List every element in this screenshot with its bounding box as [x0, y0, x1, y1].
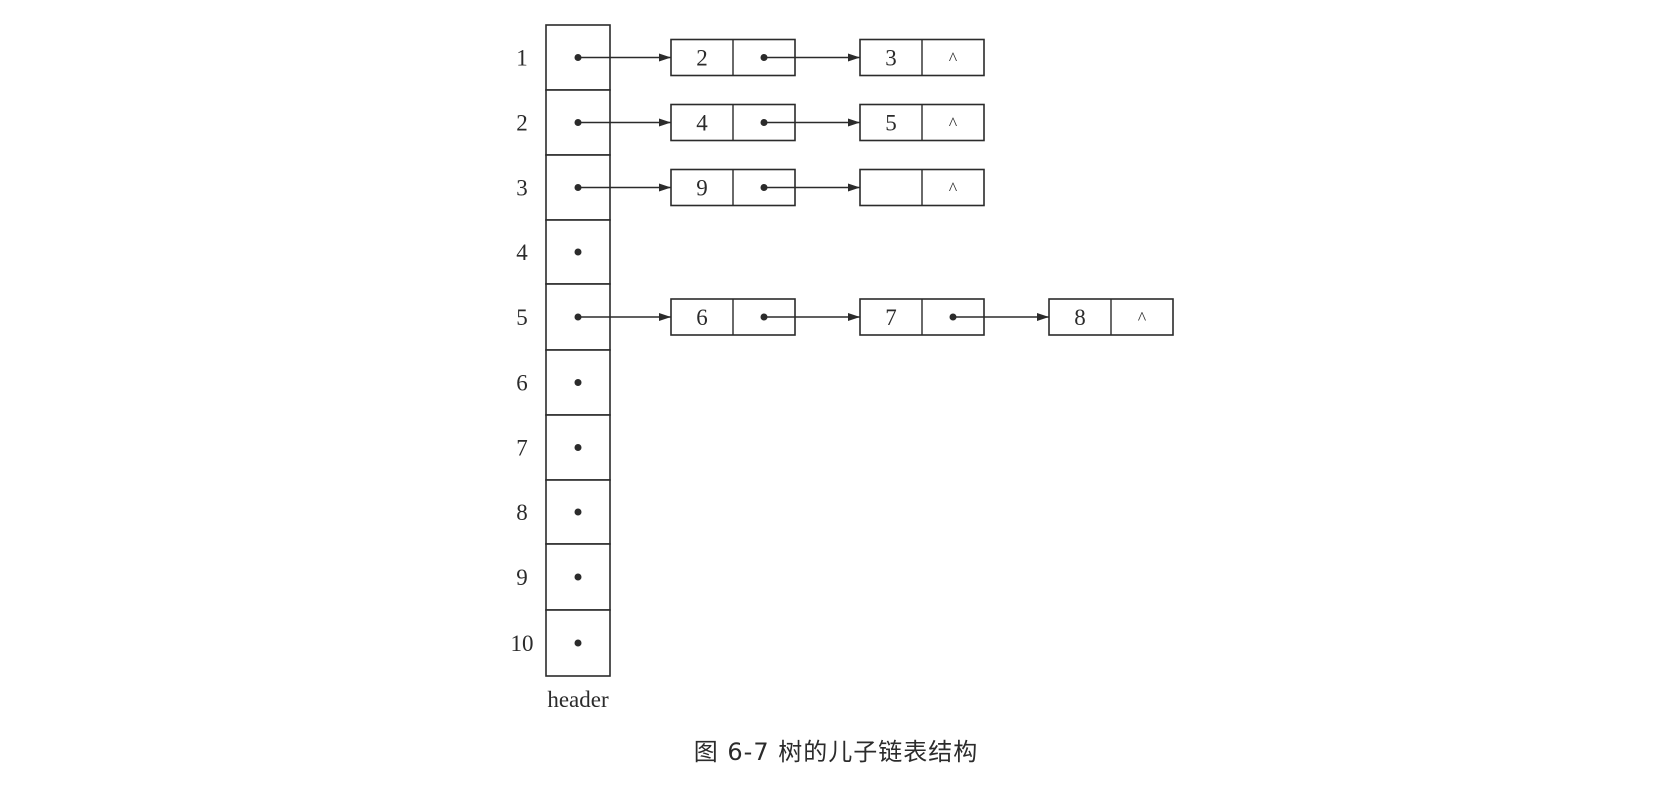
- child-list-diagram: 1 2 3 4 5 6 7 8 9 10 2 3 ^ 4 5 ^ 9 ^ 6 7 8 ^ header: [511, 24, 1174, 712]
- figure-caption: 图 6-7 树的儿子链表结构: [693, 738, 979, 766]
- pointer-dot: [574, 508, 582, 516]
- node-value: 3: [885, 46, 897, 71]
- header-index: 8: [516, 500, 528, 525]
- node-value: 4: [696, 111, 708, 136]
- null-pointer: ^: [1138, 308, 1147, 328]
- header-index: 1: [516, 46, 528, 71]
- header-index: 5: [516, 305, 528, 330]
- header-index: 10: [511, 631, 534, 656]
- child-lists: 2 3 ^ 4 5 ^ 9 ^ 6 7 8 ^: [578, 38, 1174, 336]
- header-index: 3: [516, 176, 528, 201]
- header-index: 2: [516, 111, 528, 136]
- null-pointer: ^: [949, 114, 958, 134]
- node-value: 5: [885, 111, 897, 136]
- pointer-dot: [574, 248, 582, 256]
- node-value: 7: [885, 305, 897, 330]
- header-index: 6: [516, 371, 528, 396]
- node-value: 6: [696, 305, 708, 330]
- header-index: 7: [516, 436, 528, 461]
- header-index: 9: [516, 565, 528, 590]
- pointer-dot: [574, 444, 582, 451]
- pointer-dot: [574, 639, 582, 647]
- null-pointer: ^: [949, 179, 958, 199]
- header-label: header: [547, 687, 609, 712]
- diagram-stage: 1 2 3 4 5 6 7 8 9 10 2 3 ^ 4 5 ^ 9 ^ 6 7 8 ^ header 图 6-7 树的…: [0, 0, 1672, 782]
- pointer-dot: [574, 379, 582, 386]
- header-index: 4: [516, 240, 528, 265]
- node-value: 2: [696, 46, 708, 71]
- pointer-dot: [574, 573, 582, 581]
- null-pointer: ^: [949, 49, 958, 69]
- node-value: 8: [1074, 305, 1086, 330]
- node-value: 9: [696, 176, 708, 201]
